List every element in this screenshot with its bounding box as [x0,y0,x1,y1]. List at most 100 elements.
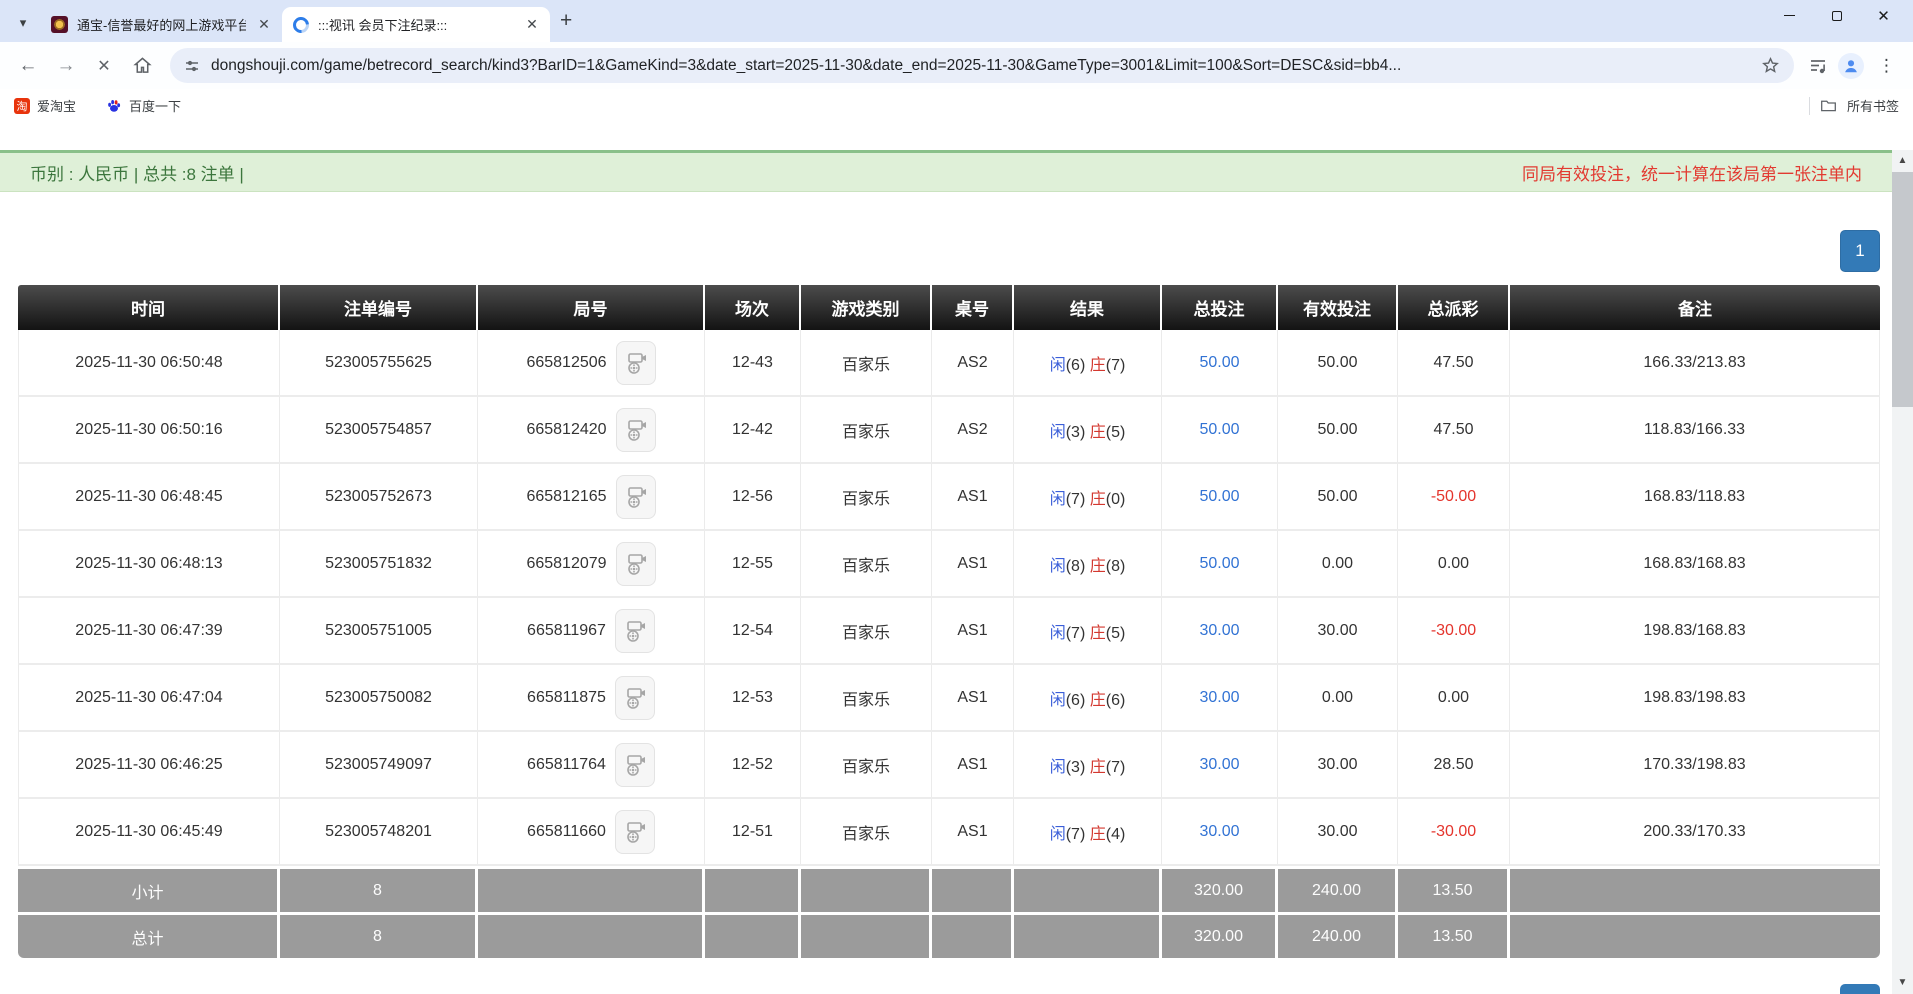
session-cell: 12-53 [705,665,801,732]
total-bet-cell[interactable]: 50.00 [1162,330,1278,397]
player-label: 闲 [1050,357,1066,374]
session-cell: 12-56 [705,464,801,531]
address-bar[interactable]: dongshouji.com/game/betrecord_search/kin… [170,48,1794,83]
empty-cell [932,912,1014,958]
watch-video-button[interactable] [615,810,655,854]
total-bet-cell[interactable]: 50.00 [1162,464,1278,531]
new-tab-button[interactable]: + [560,9,572,33]
column-header: 总投注 [1162,285,1278,330]
watch-video-button[interactable] [616,542,656,586]
total-bet-cell[interactable]: 30.00 [1162,799,1278,866]
scroll-up-icon[interactable]: ▲ [1898,150,1908,172]
round-id: 665811967 [527,622,606,640]
game-type-cell: 百家乐 [801,330,932,397]
bet-records-table: 时间注单编号局号场次游戏类别桌号结果总投注有效投注总派彩备注 2025-11-3… [18,285,1880,958]
tab-bet-records[interactable]: :::视讯 会员下注纪录::: ✕ [282,7,550,42]
watch-video-button[interactable] [616,408,656,452]
summary-total-bet-cell: 320.00 [1162,866,1278,912]
tab-search-button[interactable]: ▾ [6,6,40,40]
bookmark-baidu[interactable]: 百度一下 [106,96,181,115]
round-cell: 665812079 [478,531,705,598]
watch-video-button[interactable] [615,609,655,653]
game-type-cell: 百家乐 [801,732,932,799]
remark-cell: 168.83/168.83 [1510,531,1880,598]
total-bet-cell[interactable]: 30.00 [1162,732,1278,799]
table-number-cell: AS1 [932,799,1014,866]
payout-cell: 0.00 [1398,665,1510,732]
result-cell: 闲(3) 庄(5) [1014,397,1162,464]
empty-cell [1014,866,1162,912]
valid-bet-cell: 30.00 [1278,732,1398,799]
result-cell: 闲(8) 庄(8) [1014,531,1162,598]
back-button[interactable]: ← [10,48,46,84]
tab-tongbao[interactable]: 通宝-信誉最好的网上游戏平台 ✕ [40,7,282,42]
scroll-down-icon[interactable]: ▼ [1898,972,1908,994]
banker-label: 庄 [1090,357,1106,374]
time-cell: 2025-11-30 06:45:49 [18,799,280,866]
banker-label: 庄 [1090,692,1106,709]
bet-id-cell: 523005752673 [280,464,478,531]
video-icon [625,418,647,442]
round-cell: 665811875 [478,665,705,732]
result-cell: 闲(7) 庄(0) [1014,464,1162,531]
watch-video-button[interactable] [616,475,656,519]
bet-id-cell: 523005749097 [280,732,478,799]
pagination-bottom-partial[interactable] [1840,984,1880,994]
profile-avatar[interactable] [1838,53,1864,79]
url-text[interactable]: dongshouji.com/game/betrecord_search/kin… [211,57,1750,75]
payout-cell: -50.00 [1398,464,1510,531]
bookmark-star-icon[interactable] [1761,56,1780,75]
round-id: 665812506 [526,354,606,372]
close-window-button[interactable]: ✕ [1860,0,1907,31]
home-button[interactable] [124,48,160,84]
table-row: 2025-11-30 06:47:04 523005750082 6658118… [18,665,1880,732]
total-bet-cell[interactable]: 30.00 [1162,598,1278,665]
watch-video-button[interactable] [615,743,655,787]
scrollbar-thumb[interactable] [1892,172,1913,407]
empty-cell [1510,912,1880,958]
page-scrollbar[interactable]: ▲ ▼ [1892,150,1913,994]
total-bet-cell[interactable]: 50.00 [1162,397,1278,464]
table-number-cell: AS2 [932,330,1014,397]
time-cell: 2025-11-30 06:46:25 [18,732,280,799]
video-icon [624,820,646,844]
table-number-cell: AS1 [932,598,1014,665]
all-bookmarks[interactable]: 所有书签 [1809,96,1899,115]
minimize-button[interactable] [1766,0,1813,31]
currency-summary-text: 币别 : 人民币 | 总共 :8 注单 | [30,160,244,185]
page-1-button[interactable]: 1 [1840,230,1880,272]
summary-label-cell: 总计 [18,912,280,958]
table-number-cell: AS1 [932,732,1014,799]
banker-label: 庄 [1090,826,1106,843]
table-header-row: 时间注单编号局号场次游戏类别桌号结果总投注有效投注总派彩备注 [18,285,1880,330]
close-icon[interactable]: ✕ [523,16,541,33]
result-cell: 闲(3) 庄(7) [1014,732,1162,799]
table-foot: 小计8320.00240.0013.50总计8320.00240.0013.50 [18,866,1880,958]
round-cell: 665812506 [478,330,705,397]
remark-cell: 118.83/166.33 [1510,397,1880,464]
player-label: 闲 [1050,759,1066,776]
bookmark-taobao[interactable]: 淘 爱淘宝 [14,96,76,115]
taobao-icon: 淘 [14,98,30,114]
minimize-icon [1784,15,1795,16]
total-bet-cell[interactable]: 50.00 [1162,531,1278,598]
close-icon[interactable]: ✕ [255,16,273,33]
media-controls-icon[interactable] [1808,56,1828,76]
round-cell: 665812165 [478,464,705,531]
watch-video-button[interactable] [616,341,656,385]
forward-button[interactable]: → [48,48,84,84]
column-header: 场次 [705,285,801,330]
watch-video-button[interactable] [615,676,655,720]
maximize-button[interactable] [1813,0,1860,31]
payout-cell: 0.00 [1398,531,1510,598]
menu-dots-icon[interactable]: ⋮ [1874,56,1899,76]
banker-score: (8) [1106,558,1126,575]
game-type-cell: 百家乐 [801,799,932,866]
result-cell: 闲(7) 庄(5) [1014,598,1162,665]
column-header: 结果 [1014,285,1162,330]
banker-score: (5) [1106,625,1126,642]
stop-button[interactable]: ✕ [86,48,122,84]
player-score: (3) [1066,424,1090,441]
banker-score: (5) [1106,424,1126,441]
total-bet-cell[interactable]: 30.00 [1162,665,1278,732]
